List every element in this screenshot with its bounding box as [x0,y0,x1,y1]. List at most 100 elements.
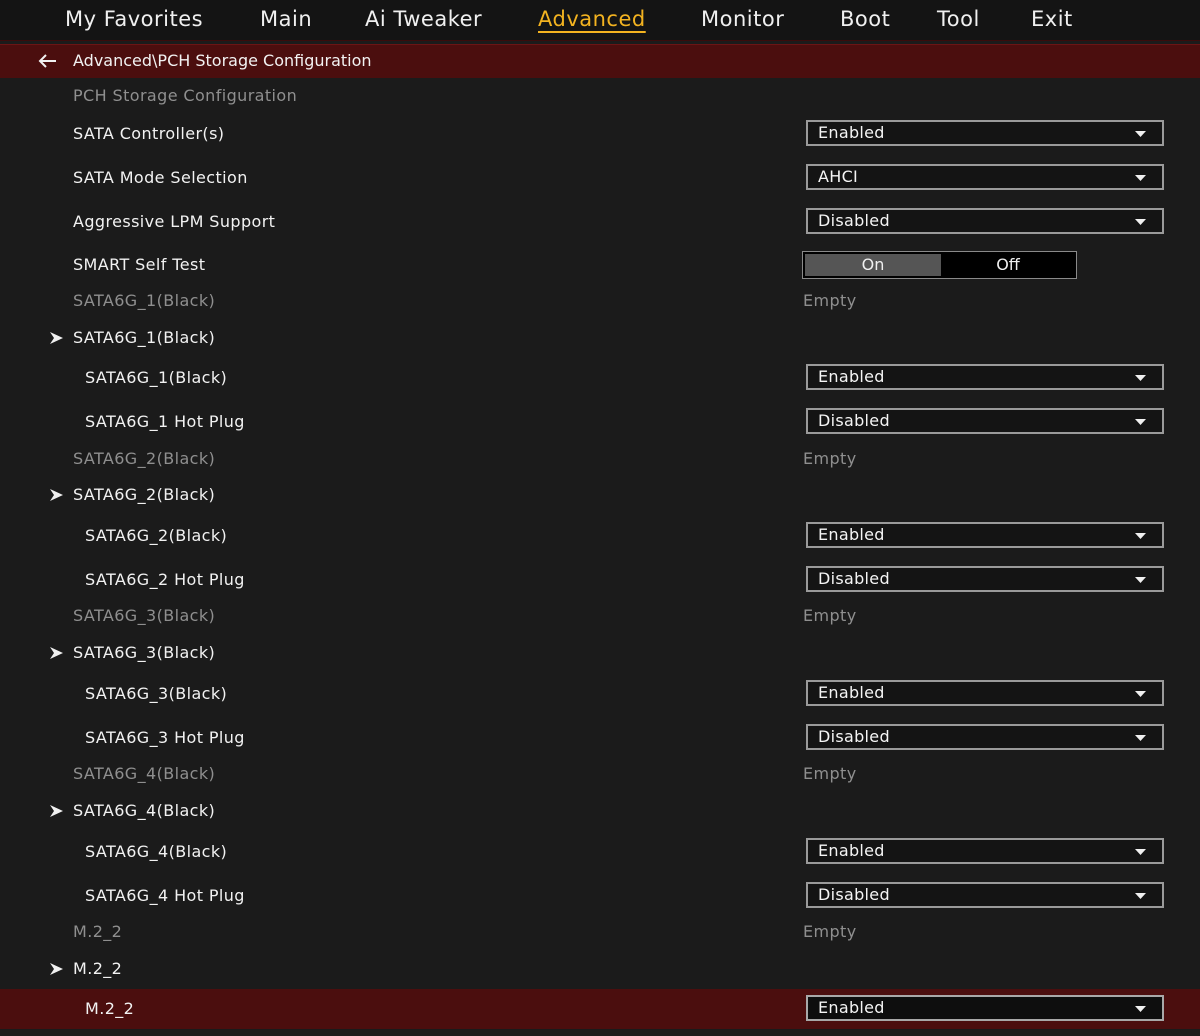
setting-row-m2-2-enable[interactable]: M.2_2 Enabled [0,989,1200,1029]
setting-label: SATA6G_4 Hot Plug [85,886,245,905]
setting-label: SATA6G_2 Hot Plug [85,570,245,589]
dropdown-value: Disabled [818,411,890,430]
dropdown-value: Enabled [818,683,885,702]
port-info-label: SATA6G_2(Black) [73,449,216,468]
breadcrumb: Advanced\PCH Storage Configuration [0,44,1200,78]
setting-row-smart-self-test[interactable]: SMART Self Test On Off [0,245,1200,285]
setting-row-sata-mode[interactable]: SATA Mode Selection AHCI [0,158,1200,198]
caret-down-icon [1135,175,1146,181]
dropdown-value: Disabled [818,211,890,230]
submenu-arrow-icon [50,805,63,817]
sata6g-4-enable-dropdown[interactable]: Enabled [806,838,1164,864]
caret-down-icon [1135,893,1146,899]
sata6g-3-enable-dropdown[interactable]: Enabled [806,680,1164,706]
submenu-arrow-icon [50,647,63,659]
setting-row-aggressive-lpm[interactable]: Aggressive LPM Support Disabled [0,202,1200,242]
port-info-label: SATA6G_4(Black) [73,764,216,783]
aggressive-lpm-dropdown[interactable]: Disabled [806,208,1164,234]
submenu-row-m2-2[interactable]: M.2_2 [0,949,1200,989]
submenu-label: SATA6G_2(Black) [73,485,216,504]
info-row-sata6g-1: SATA6G_1(Black) Empty [0,281,1200,321]
dropdown-value: Enabled [818,367,885,386]
toggle-on-option[interactable]: On [805,254,941,276]
sata6g-2-hotplug-dropdown[interactable]: Disabled [806,566,1164,592]
submenu-label: SATA6G_1(Black) [73,328,216,347]
sata6g-1-hotplug-dropdown[interactable]: Disabled [806,408,1164,434]
info-row-m2-2: M.2_2 Empty [0,912,1200,952]
setting-row-sata6g-1-hotplug[interactable]: SATA6G_1 Hot Plug Disabled [0,402,1200,442]
setting-row-sata6g-4-hotplug[interactable]: SATA6G_4 Hot Plug Disabled [0,876,1200,916]
caret-down-icon [1135,419,1146,425]
tab-exit[interactable]: Exit [1031,5,1073,33]
info-row-sata6g-4: SATA6G_4(Black) Empty [0,754,1200,794]
sata-controllers-dropdown[interactable]: Enabled [806,120,1164,146]
setting-row-sata6g-3-enable[interactable]: SATA6G_3(Black) Enabled [0,674,1200,714]
section-title: PCH Storage Configuration [73,86,298,105]
caret-down-icon [1135,219,1146,225]
dropdown-value: Disabled [818,727,890,746]
setting-row-sata6g-3-hotplug[interactable]: SATA6G_3 Hot Plug Disabled [0,718,1200,758]
port-status-value: Empty [803,922,857,941]
toggle-off-option[interactable]: Off [941,254,1075,276]
m2-2-enable-dropdown[interactable]: Enabled [806,995,1164,1021]
caret-down-icon [1135,849,1146,855]
caret-down-icon [1135,1006,1146,1012]
tab-my-favorites[interactable]: My Favorites [65,5,203,33]
submenu-row-sata6g-2[interactable]: SATA6G_2(Black) [0,475,1200,515]
port-status-value: Empty [803,291,857,310]
caret-down-icon [1135,375,1146,381]
setting-label: SATA6G_3 Hot Plug [85,728,245,747]
caret-down-icon [1135,735,1146,741]
tab-tool[interactable]: Tool [937,5,980,33]
caret-down-icon [1135,691,1146,697]
tab-monitor[interactable]: Monitor [701,5,784,33]
tab-main[interactable]: Main [260,5,312,33]
setting-label: SATA6G_1 Hot Plug [85,412,245,431]
setting-row-sata6g-4-enable[interactable]: SATA6G_4(Black) Enabled [0,832,1200,872]
dropdown-value: Enabled [818,525,885,544]
breadcrumb-path: Advanced\PCH Storage Configuration [73,51,372,70]
top-navigation-bar: My Favorites Main Ai Tweaker Advanced Mo… [0,0,1200,41]
sata6g-2-enable-dropdown[interactable]: Enabled [806,522,1164,548]
setting-label: SMART Self Test [73,255,206,274]
setting-row-sata-controllers[interactable]: SATA Controller(s) Enabled [0,114,1200,154]
caret-down-icon [1135,577,1146,583]
port-info-label: SATA6G_3(Black) [73,606,216,625]
dropdown-value: Enabled [818,998,885,1017]
submenu-arrow-icon [50,332,63,344]
arrow-left-icon[interactable] [36,51,58,71]
submenu-label: SATA6G_4(Black) [73,801,216,820]
submenu-row-sata6g-4[interactable]: SATA6G_4(Black) [0,791,1200,831]
submenu-row-sata6g-1[interactable]: SATA6G_1(Black) [0,318,1200,358]
setting-row-sata6g-1-enable[interactable]: SATA6G_1(Black) Enabled [0,358,1200,398]
submenu-arrow-icon [50,489,63,501]
tab-ai-tweaker[interactable]: Ai Tweaker [365,5,482,33]
port-status-value: Empty [803,606,857,625]
smart-self-test-toggle[interactable]: On Off [802,251,1077,279]
submenu-label: SATA6G_3(Black) [73,643,216,662]
submenu-label: M.2_2 [73,959,123,978]
setting-label: SATA6G_1(Black) [85,368,228,387]
caret-down-icon [1135,131,1146,137]
tab-advanced[interactable]: Advanced [538,5,646,33]
setting-label: SATA6G_3(Black) [85,684,228,703]
dropdown-value: AHCI [818,167,859,186]
submenu-row-sata6g-3[interactable]: SATA6G_3(Black) [0,633,1200,673]
setting-label: SATA6G_2(Black) [85,526,228,545]
port-status-value: Empty [803,764,857,783]
caret-down-icon [1135,533,1146,539]
submenu-arrow-icon [50,963,63,975]
setting-row-sata6g-2-enable[interactable]: SATA6G_2(Black) Enabled [0,516,1200,556]
sata6g-3-hotplug-dropdown[interactable]: Disabled [806,724,1164,750]
sata-mode-dropdown[interactable]: AHCI [806,164,1164,190]
sata6g-1-enable-dropdown[interactable]: Enabled [806,364,1164,390]
dropdown-value: Enabled [818,841,885,860]
info-row-sata6g-3: SATA6G_3(Black) Empty [0,596,1200,636]
tab-boot[interactable]: Boot [840,5,890,33]
setting-row-sata6g-2-hotplug[interactable]: SATA6G_2 Hot Plug Disabled [0,560,1200,600]
setting-label: SATA6G_4(Black) [85,842,228,861]
setting-label: SATA Controller(s) [73,124,225,143]
sata6g-4-hotplug-dropdown[interactable]: Disabled [806,882,1164,908]
dropdown-value: Enabled [818,123,885,142]
dropdown-value: Disabled [818,885,890,904]
